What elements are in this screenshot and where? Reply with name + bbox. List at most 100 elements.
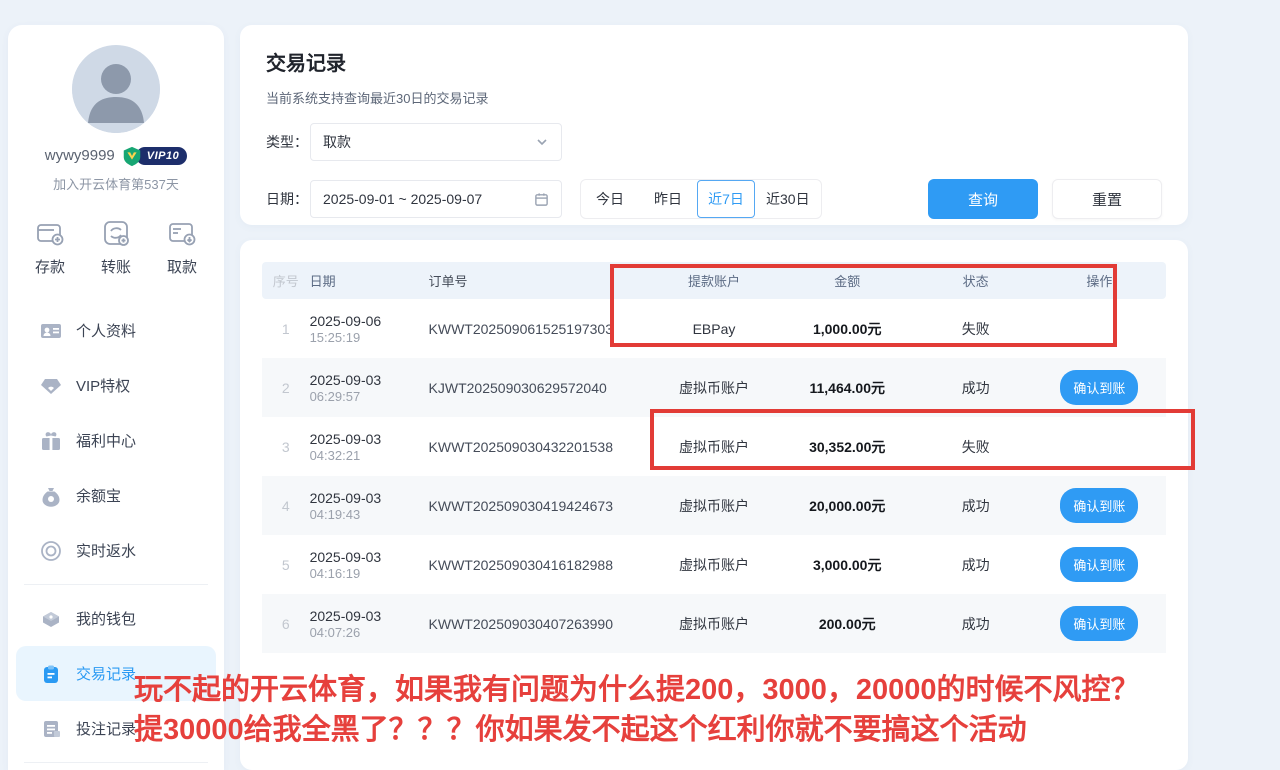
table-row: 5 2025-09-0304:16:19 KWWT202509030416182… <box>262 535 1166 594</box>
id-card-icon <box>40 320 62 342</box>
sidebar-item-vip[interactable]: VIP特权 <box>8 358 224 413</box>
calendar-icon <box>534 192 549 207</box>
sidebar-item-label: 个人资料 <box>76 320 136 341</box>
row-index: 1 <box>262 321 310 337</box>
row-order-number: KWWT202509030432201538 <box>429 439 653 455</box>
range-30days-button[interactable]: 近30日 <box>755 180 821 218</box>
sidebar-item-label: 实时返水 <box>76 540 136 561</box>
rebate-icon <box>40 540 62 562</box>
confirm-receipt-button[interactable]: 确认到账 <box>1060 370 1138 405</box>
row-order-number: KWWT202509030416182988 <box>429 557 653 573</box>
type-select[interactable]: 取款 <box>310 123 562 161</box>
sidebar-item-rebate[interactable]: 实时返水 <box>8 523 224 578</box>
sidebar-item-label: VIP特权 <box>76 375 130 396</box>
withdraw-button[interactable]: 取款 <box>166 217 198 277</box>
row-amount: 20,000.00元 <box>776 496 919 516</box>
row-status: 成功 <box>919 496 1033 516</box>
header-date: 日期 <box>310 271 429 290</box>
row-amount: 3,000.00元 <box>776 555 919 575</box>
gift-icon <box>40 430 62 452</box>
quick-action-label: 转账 <box>101 256 131 277</box>
query-button[interactable]: 查询 <box>928 179 1038 219</box>
row-date: 2025-09-03 <box>310 608 382 624</box>
diamond-icon <box>40 375 62 397</box>
row-date: 2025-09-03 <box>310 490 382 506</box>
quick-actions: 存款 转账 取款 <box>8 217 224 277</box>
sidebar-item-label: 余额宝 <box>76 485 121 506</box>
confirm-receipt-button[interactable]: 确认到账 <box>1060 547 1138 582</box>
sidebar-item-label: 交易记录 <box>76 663 136 684</box>
row-time: 04:32:21 <box>310 448 361 463</box>
sidebar-item-welfare[interactable]: 福利中心 <box>8 413 224 468</box>
betting-record-icon <box>40 718 62 740</box>
row-time: 04:16:19 <box>310 566 361 581</box>
row-index: 6 <box>262 616 310 632</box>
range-yesterday-button[interactable]: 昨日 <box>639 180 697 218</box>
page-title: 交易记录 <box>266 47 1162 76</box>
sidebar-divider <box>24 584 208 585</box>
page: wywy9999 VIP10 加入开云体育第537天 存款 <box>0 0 1280 770</box>
sidebar-item-wallet[interactable]: 我的钱包 <box>8 591 224 646</box>
transaction-record-icon <box>40 663 62 685</box>
quick-action-label: 取款 <box>167 256 197 277</box>
row-date: 2025-09-03 <box>310 372 382 388</box>
transfer-icon <box>100 217 132 249</box>
row-account: 虚拟币账户 <box>652 614 776 634</box>
row-order-number: KJWT202509030629572040 <box>429 380 653 396</box>
complaint-line-1: 玩不起的开云体育，如果我有问题为什么提200，3000，20000的时候不风控？ <box>134 670 1140 710</box>
row-index: 3 <box>262 439 310 455</box>
row-account: 虚拟币账户 <box>652 378 776 398</box>
sidebar-item-profile[interactable]: 个人资料 <box>8 303 224 358</box>
sidebar-item-label: 福利中心 <box>76 430 136 451</box>
date-range-input[interactable]: 2025-09-01 ~ 2025-09-07 <box>310 180 562 218</box>
row-status: 成功 <box>919 378 1033 398</box>
row-account: 虚拟币账户 <box>652 555 776 575</box>
sidebar-item-yuebao[interactable]: 余额宝 <box>8 468 224 523</box>
row-time: 04:19:43 <box>310 507 361 522</box>
date-range-value: 2025-09-01 ~ 2025-09-07 <box>323 191 482 207</box>
confirm-receipt-button[interactable]: 确认到账 <box>1060 488 1138 523</box>
header-no: 序号 <box>262 271 310 290</box>
reset-button[interactable]: 重置 <box>1052 179 1162 219</box>
vip-shield-icon <box>121 145 143 167</box>
sidebar-item-label: 我的钱包 <box>76 608 136 629</box>
row-amount: 11,464.00元 <box>776 378 919 398</box>
page-subtitle: 当前系统支持查询最近30日的交易记录 <box>266 88 1162 107</box>
row-index: 4 <box>262 498 310 514</box>
row-time: 15:25:19 <box>310 330 361 345</box>
date-label: 日期： <box>266 189 310 209</box>
type-label: 类型： <box>266 132 310 152</box>
range-7days-button[interactable]: 近7日 <box>697 180 755 218</box>
red-annotation-box-row1 <box>610 264 1117 347</box>
confirm-receipt-button[interactable]: 确认到账 <box>1060 606 1138 641</box>
row-time: 06:29:57 <box>310 389 361 404</box>
row-amount: 200.00元 <box>776 614 919 634</box>
row-index: 5 <box>262 557 310 573</box>
complaint-text: 玩不起的开云体育，如果我有问题为什么提200，3000，20000的时候不风控？… <box>134 670 1140 750</box>
chevron-down-icon <box>535 135 549 149</box>
row-status: 成功 <box>919 614 1033 634</box>
wallet-icon <box>40 608 62 630</box>
complaint-line-2: 提30000给我全黑了？？？你如果发不起这个红利你就不要搞这个活动 <box>134 710 1140 750</box>
deposit-button[interactable]: 存款 <box>34 217 66 277</box>
row-index: 2 <box>262 380 310 396</box>
vip-badge: VIP10 <box>121 146 187 165</box>
moneybag-icon <box>40 485 62 507</box>
transfer-button[interactable]: 转账 <box>100 217 132 277</box>
quick-action-label: 存款 <box>35 256 65 277</box>
withdraw-card-icon <box>166 217 198 249</box>
row-time: 04:07:26 <box>310 625 361 640</box>
range-today-button[interactable]: 今日 <box>581 180 639 218</box>
avatar-photo-placeholder <box>72 45 160 133</box>
row-account: 虚拟币账户 <box>652 496 776 516</box>
username: wywy9999 <box>45 147 115 164</box>
row-order-number: KWWT202509030407263990 <box>429 616 653 632</box>
table-row: 4 2025-09-0304:19:43 KWWT202509030419424… <box>262 476 1166 535</box>
row-date: 2025-09-06 <box>310 313 382 329</box>
sidebar-divider <box>24 762 208 763</box>
row-date: 2025-09-03 <box>310 431 382 447</box>
row-order-number: KWWT202509030419424673 <box>429 498 653 514</box>
filter-card: 交易记录 当前系统支持查询最近30日的交易记录 类型： 取款 日期： 2025-… <box>240 25 1188 225</box>
type-select-value: 取款 <box>323 132 351 152</box>
quick-range-group: 今日 昨日 近7日 近30日 <box>580 179 822 219</box>
